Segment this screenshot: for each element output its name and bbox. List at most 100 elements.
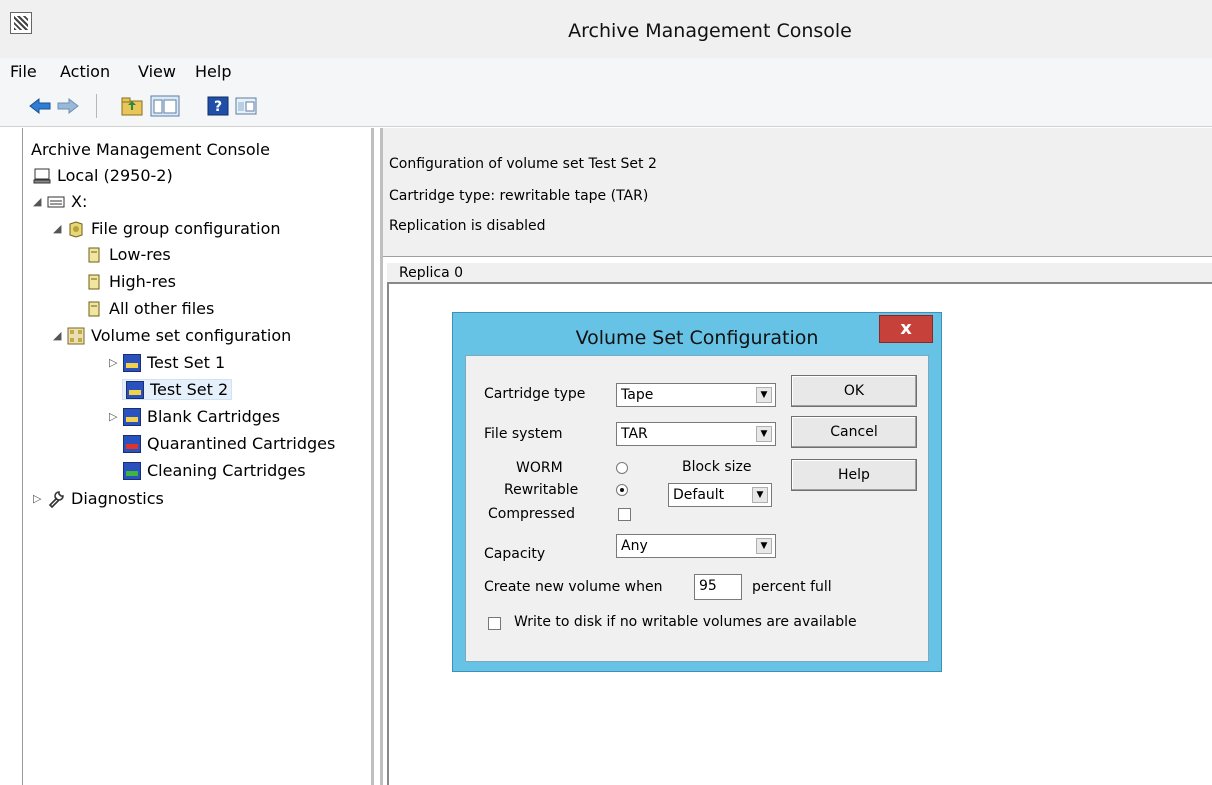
write-to-disk-checkbox[interactable] [488,617,501,630]
cartridge-icon [123,353,141,372]
cartridge-type-value: Tape [621,387,654,403]
tree-file-group[interactable]: ◢ File group configuration [53,219,281,238]
tree-volume-set-item[interactable]: Cleaning Cartridges [123,461,306,480]
tree-volume-set-label: Cleaning Cartridges [147,461,306,480]
write-to-disk-label: Write to disk if no writable volumes are… [514,614,857,630]
rewritable-radio[interactable] [616,484,628,496]
tree-pane[interactable]: Archive Management Console Local (2950-2… [22,128,374,785]
menu-help[interactable]: Help [195,62,231,81]
tree-drive[interactable]: ◢ X: [33,192,87,211]
menu-file[interactable]: File [10,62,37,81]
up-folder-icon[interactable] [120,95,144,117]
tree-volume-set-label: Volume set configuration [91,326,292,345]
volume-set-configuration-dialog: Volume Set Configuration x Cartridge typ… [452,312,942,672]
tree-file-group-label: Low-res [109,245,171,264]
file-system-select[interactable]: TAR ▼ [616,422,776,446]
forward-arrow-icon[interactable] [56,97,80,115]
window-title: Archive Management Console [568,20,852,42]
worm-radio[interactable] [616,462,628,474]
tree-volume-set-item[interactable]: ▷ Blank Cartridges [109,407,280,426]
properties-icon[interactable] [234,95,258,117]
dialog-body: Cartridge type Tape ▼ File system TAR ▼ … [465,355,929,662]
tree-volume-set-label: Test Set 2 [150,380,229,399]
cartridge-icon [126,380,144,399]
tree-diagnostics[interactable]: ▷ Diagnostics [33,489,164,508]
capacity-value: Any [621,538,648,554]
menu-bar: File Action View Help [0,58,1212,88]
cartridge-type-select[interactable]: Tape ▼ [616,383,776,407]
help-button[interactable]: Help [791,459,917,491]
file-system-label: File system [484,426,563,442]
back-arrow-icon[interactable] [28,97,52,115]
file-icon [88,274,100,289]
wrench-icon [48,490,64,508]
percent-full-input[interactable]: 95 [694,574,742,600]
tree-drive-label: X: [71,192,88,211]
toolbar: ? [0,88,1212,127]
menu-view[interactable]: View [138,62,176,81]
tree-volume-set-label: Quarantined Cartridges [147,434,336,453]
capacity-label: Capacity [484,546,546,562]
create-new-volume-label: Create new volume when [484,579,663,595]
dialog-title: Volume Set Configuration [575,327,819,349]
cancel-button[interactable]: Cancel [791,416,917,448]
file-system-value: TAR [621,426,648,442]
cleaning-cartridge-icon [123,461,141,480]
tree-file-group-label: All other files [109,299,215,318]
tree-volume-set-label: Test Set 1 [147,353,226,372]
menu-action[interactable]: Action [60,62,110,81]
tree-file-group-item[interactable]: High-res [85,272,176,291]
block-size-label: Block size [682,459,752,475]
expand-arrow-icon[interactable]: ▷ [33,492,47,505]
dropdown-arrow-icon[interactable]: ▼ [756,387,772,403]
tree-volume-set-label: Blank Cartridges [147,407,281,426]
tree-diagnostics-label: Diagnostics [71,489,164,508]
tree-file-group-label: File group configuration [91,219,281,238]
tree-file-group-item[interactable]: All other files [85,299,214,318]
tree-local[interactable]: Local (2950-2) [33,166,173,185]
tree-volume-set-item[interactable]: Quarantined Cartridges [123,434,335,453]
expand-arrow-icon[interactable]: ▷ [109,410,123,423]
capacity-select[interactable]: Any ▼ [616,534,776,558]
compressed-checkbox[interactable] [618,508,631,521]
tree-root-label: Archive Management Console [31,140,270,159]
info-configuration: Configuration of volume set Test Set 2 [389,156,657,172]
toolbar-separator [96,94,97,118]
percent-full-label: percent full [752,579,832,595]
collapse-arrow-icon[interactable]: ◢ [33,195,47,208]
tree-root[interactable]: Archive Management Console [31,140,270,159]
help-icon[interactable]: ? [206,95,230,117]
close-button[interactable]: x [879,315,933,343]
info-replication: Replication is disabled [389,218,546,234]
info-cartridge-type: Cartridge type: rewritable tape (TAR) [389,188,649,204]
dropdown-arrow-icon[interactable]: ▼ [752,487,768,503]
tree-volume-set-item-selected[interactable]: Test Set 2 [121,379,233,400]
volume-set-icon [67,327,85,344]
file-group-icon [69,220,83,238]
ok-button[interactable]: OK [791,375,917,407]
volume-set-info: Configuration of volume set Test Set 2 C… [383,128,1212,257]
replica-tab[interactable]: Replica 0 [387,262,1212,284]
cartridge-type-label: Cartridge type [484,386,586,402]
dropdown-arrow-icon[interactable]: ▼ [756,426,772,442]
drive-icon [47,196,65,207]
expand-arrow-icon[interactable]: ▷ [109,356,123,369]
dropdown-arrow-icon[interactable]: ▼ [756,538,772,554]
compressed-label: Compressed [488,506,576,522]
rewritable-label: Rewritable [504,482,579,498]
tree-volume-set-item[interactable]: ▷ Test Set 1 [109,353,225,372]
computer-icon [33,168,51,183]
tree-file-group-label: High-res [109,272,176,291]
collapse-arrow-icon[interactable]: ◢ [53,329,67,342]
block-size-select[interactable]: Default ▼ [668,483,772,507]
svg-text:?: ? [214,99,222,115]
file-icon [88,247,100,262]
block-size-value: Default [673,487,725,503]
tree-local-label: Local (2950-2) [57,166,173,185]
show-hide-tree-icon[interactable] [150,95,180,117]
tree-volume-set[interactable]: ◢ Volume set configuration [53,326,291,345]
tree-file-group-item[interactable]: Low-res [85,245,171,264]
collapse-arrow-icon[interactable]: ◢ [53,222,67,235]
replica-tab-label: Replica 0 [399,265,464,281]
file-icon [88,301,100,316]
